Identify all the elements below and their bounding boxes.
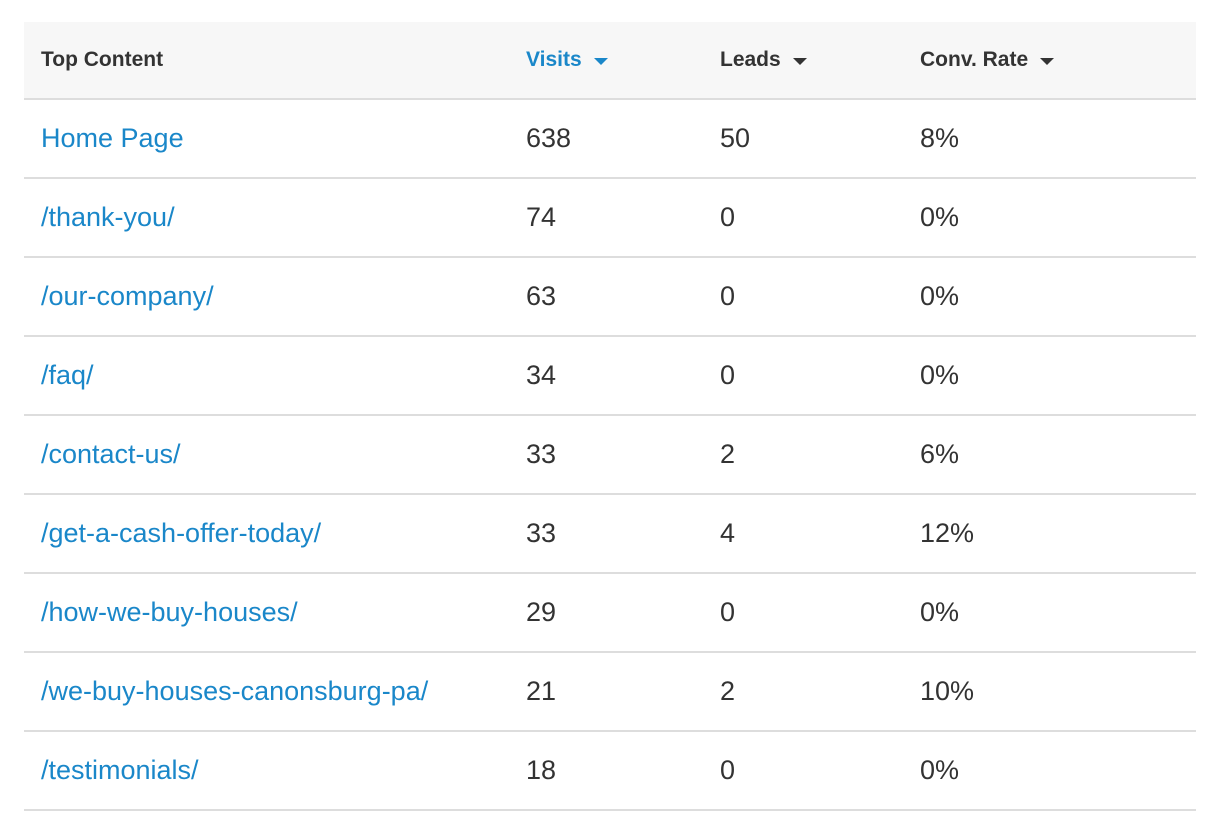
conv-rate-value: 0% bbox=[920, 597, 960, 627]
page-link[interactable]: /thank-you/ bbox=[41, 202, 175, 232]
header-top-content: Top Content bbox=[24, 48, 526, 72]
page-link[interactable]: Home Page bbox=[41, 123, 184, 153]
table-row: /we-buy-houses-canonsburg-pa/21 2 10% bbox=[24, 653, 1196, 732]
leads-value: 2 bbox=[720, 439, 736, 469]
table-row: /get-a-cash-offer-today/33 4 12% bbox=[24, 495, 1196, 574]
page-link[interactable]: /we-buy-houses-canonsburg-pa/ bbox=[41, 676, 428, 706]
caret-down-icon bbox=[593, 57, 608, 65]
leads-value: 50 bbox=[720, 123, 751, 153]
conv-rate-value: 6% bbox=[920, 439, 960, 469]
header-label: Leads bbox=[720, 48, 781, 71]
table-row: /testimonials/18 0 0% bbox=[24, 732, 1196, 811]
table-row: /faq/34 0 0% bbox=[24, 337, 1196, 416]
visits-value: 74 bbox=[526, 202, 557, 232]
header-label: Conv. Rate bbox=[920, 48, 1029, 71]
leads-value: 0 bbox=[720, 597, 736, 627]
header-leads-sort[interactable]: Leads bbox=[720, 48, 920, 72]
leads-value: 0 bbox=[720, 360, 736, 390]
conv-rate-value: 10% bbox=[920, 676, 975, 706]
table-row: /thank-you/74 0 0% bbox=[24, 179, 1196, 258]
conv-rate-value: 0% bbox=[920, 360, 960, 390]
leads-value: 0 bbox=[720, 202, 736, 232]
visits-value: 33 bbox=[526, 518, 557, 548]
visits-value: 34 bbox=[526, 360, 557, 390]
table-row: /how-we-buy-houses/29 0 0% bbox=[24, 574, 1196, 653]
conv-rate-value: 0% bbox=[920, 202, 960, 232]
conv-rate-value: 8% bbox=[920, 123, 960, 153]
leads-value: 0 bbox=[720, 755, 736, 785]
header-label: Top Content bbox=[41, 48, 164, 71]
visits-value: 18 bbox=[526, 755, 557, 785]
header-label: Visits bbox=[526, 48, 582, 71]
leads-value: 0 bbox=[720, 281, 736, 311]
caret-down-icon bbox=[1040, 57, 1055, 65]
table-row: /our-company/63 0 0% bbox=[24, 258, 1196, 337]
leads-value: 2 bbox=[720, 676, 736, 706]
conv-rate-value: 0% bbox=[920, 281, 960, 311]
page-link[interactable]: /faq/ bbox=[41, 360, 94, 390]
conv-rate-value: 0% bbox=[920, 755, 960, 785]
caret-down-icon bbox=[792, 57, 807, 65]
visits-value: 33 bbox=[526, 439, 557, 469]
page-link[interactable]: /our-company/ bbox=[41, 281, 214, 311]
top-content-table: Top Content Visits Leads Conv. Rate Home… bbox=[24, 22, 1196, 811]
page-link[interactable]: /get-a-cash-offer-today/ bbox=[41, 518, 321, 548]
table-row: /contact-us/33 2 6% bbox=[24, 416, 1196, 495]
leads-value: 4 bbox=[720, 518, 736, 548]
visits-value: 63 bbox=[526, 281, 557, 311]
visits-value: 638 bbox=[526, 123, 572, 153]
table-header: Top Content Visits Leads Conv. Rate bbox=[24, 22, 1196, 100]
page-link[interactable]: /how-we-buy-houses/ bbox=[41, 597, 298, 627]
table-row: Home Page 638 50 8% bbox=[24, 100, 1196, 179]
visits-value: 21 bbox=[526, 676, 557, 706]
page-link[interactable]: /contact-us/ bbox=[41, 439, 181, 469]
header-visits-sort[interactable]: Visits bbox=[526, 48, 720, 72]
page-link[interactable]: /testimonials/ bbox=[41, 755, 199, 785]
header-conv-rate-sort[interactable]: Conv. Rate bbox=[920, 48, 1196, 72]
conv-rate-value: 12% bbox=[920, 518, 975, 548]
visits-value: 29 bbox=[526, 597, 557, 627]
